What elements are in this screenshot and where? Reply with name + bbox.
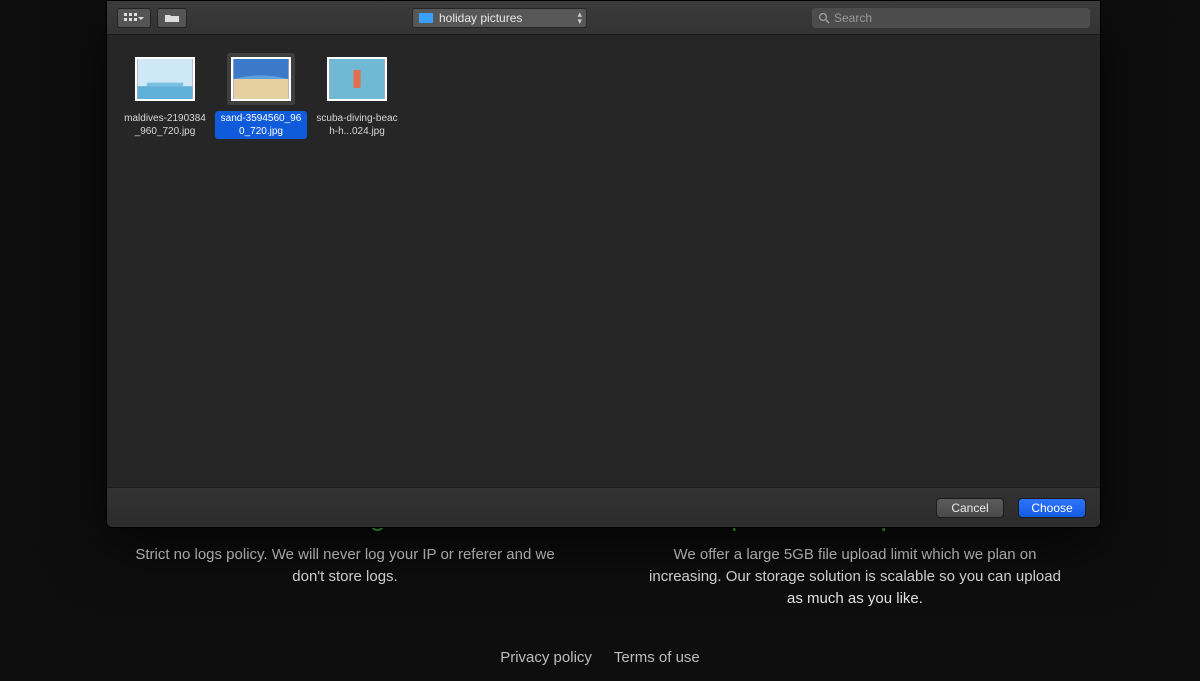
- chevron-updown-icon: ▴▾: [577, 11, 582, 25]
- file-name: sand-3594560_960_720.jpg: [215, 111, 307, 139]
- thumbnail: [135, 57, 195, 101]
- image-thumbnail-icon: [329, 59, 385, 99]
- file-grid[interactable]: maldives-2190384_960_720.jpg sand-359456…: [107, 35, 1100, 487]
- icon-view-button[interactable]: [117, 8, 151, 28]
- file-item[interactable]: scuba-diving-beach-h...024.jpg: [309, 51, 405, 141]
- search-input[interactable]: [834, 11, 1084, 25]
- file-name: maldives-2190384_960_720.jpg: [119, 111, 211, 139]
- terms-of-use-link[interactable]: Terms of use: [614, 649, 700, 666]
- thumbnail: [231, 57, 291, 101]
- folder-view-button[interactable]: [157, 8, 187, 28]
- file-item[interactable]: sand-3594560_960_720.jpg: [213, 51, 309, 141]
- thumbnail: [327, 57, 387, 101]
- folder-icon: [164, 13, 180, 23]
- footer-links: Privacy policy Terms of use: [500, 649, 700, 666]
- location-dropdown[interactable]: holiday pictures ▴▾: [412, 8, 587, 28]
- file-item[interactable]: maldives-2190384_960_720.jpg: [117, 51, 213, 141]
- image-thumbnail-icon: [233, 59, 289, 99]
- file-name: scuba-diving-beach-h...024.jpg: [311, 111, 403, 139]
- dialog-button-bar: Cancel Choose: [107, 487, 1100, 527]
- thumbnail-holder: [323, 53, 391, 105]
- location-name: holiday pictures: [439, 11, 522, 25]
- view-mode-group: [117, 8, 187, 28]
- thumbnail-holder: [227, 53, 295, 105]
- search-icon: [818, 12, 830, 24]
- choose-button[interactable]: Choose: [1018, 498, 1086, 518]
- thumbnail-holder: [131, 53, 199, 105]
- feature-body: We offer a large 5GB file upload limit w…: [640, 544, 1070, 609]
- file-open-dialog: holiday pictures ▴▾ mal: [106, 0, 1101, 528]
- feature-body: Strict no logs policy. We will never log…: [130, 544, 560, 588]
- grid-icon: [124, 13, 144, 23]
- folder-icon: [419, 13, 433, 23]
- dialog-toolbar: holiday pictures ▴▾: [107, 1, 1100, 35]
- privacy-policy-link[interactable]: Privacy policy: [500, 649, 592, 666]
- search-field[interactable]: [812, 8, 1090, 28]
- cancel-button[interactable]: Cancel: [936, 498, 1004, 518]
- image-thumbnail-icon: [137, 59, 193, 99]
